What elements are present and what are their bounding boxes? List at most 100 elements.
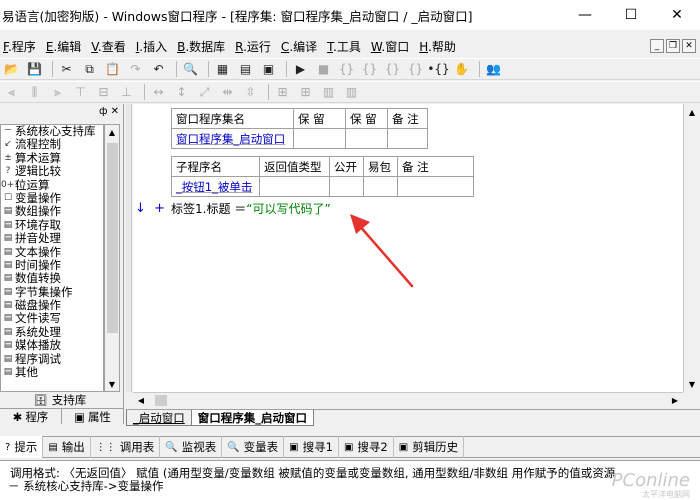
cut-icon[interactable]: ✂: [57, 60, 76, 78]
space-horizontal-icon[interactable]: ⇹: [218, 83, 237, 101]
tree-item[interactable]: ▤ 系统处理: [1, 325, 103, 339]
find-icon[interactable]: 🔍: [181, 60, 200, 78]
assembly-cell[interactable]: [387, 128, 428, 149]
assembly-table[interactable]: 窗口程序集名 保 留 保 留 备 注 窗口程序集_启动窗口: [171, 108, 428, 149]
space-vertical-icon[interactable]: ⇳: [241, 83, 260, 101]
expand-plus-icon[interactable]: +: [154, 201, 165, 216]
center-vertical-icon[interactable]: ⊞: [296, 83, 315, 101]
tab-watch[interactable]: 🔍 监视表: [160, 436, 223, 458]
breakpoint-icon[interactable]: •{}: [427, 60, 449, 78]
scroll-down-icon[interactable]: ▼: [684, 376, 700, 392]
panel-close-icon[interactable]: ✕: [111, 106, 119, 117]
menu-edit[interactable]: E.编辑: [43, 38, 84, 55]
tab-hint[interactable]: ? 提示: [0, 436, 44, 458]
align-top-icon[interactable]: ⊤: [71, 83, 90, 101]
minimize-button[interactable]: —: [562, 0, 608, 30]
copy-icon[interactable]: ⧉: [80, 60, 99, 78]
tab-search2[interactable]: ▣ 搜寻2: [339, 436, 394, 458]
subroutine-cell[interactable]: [363, 176, 398, 197]
tree-item[interactable]: ▤ 磁盘操作: [1, 298, 103, 312]
step-into-icon[interactable]: {}: [337, 60, 356, 78]
menu-help[interactable]: H.帮助: [416, 38, 459, 55]
align-left-icon[interactable]: ⫷: [2, 83, 21, 101]
scroll-down-icon[interactable]: ▼: [105, 377, 119, 391]
tab-program[interactable]: ✱ 程序: [0, 409, 62, 424]
layout-panel-icon[interactable]: ▣: [259, 60, 278, 78]
assembly-cell[interactable]: [345, 128, 388, 149]
send-back-icon[interactable]: ▥: [342, 83, 361, 101]
step-over-icon[interactable]: {}: [360, 60, 379, 78]
align-right-icon[interactable]: ⫸: [48, 83, 67, 101]
stop-icon[interactable]: ■: [314, 60, 333, 78]
align-bottom-icon[interactable]: ⊥: [117, 83, 136, 101]
center-horizontal-icon[interactable]: ⊞: [273, 83, 292, 101]
subroutine-table[interactable]: 子程序名 返回值类型 公开 易包 备 注 _按钮1_被单击: [171, 156, 474, 197]
tree-item[interactable]: ▤ 数组操作: [1, 204, 103, 218]
tab-startup-window[interactable]: _启动窗口: [126, 410, 192, 426]
scroll-up-icon[interactable]: ▲: [684, 104, 700, 120]
scroll-thumb[interactable]: [155, 394, 167, 406]
align-center-icon[interactable]: ⫼: [25, 83, 44, 101]
subroutine-cell[interactable]: [397, 176, 474, 197]
tree-item[interactable]: ▤ 字节集操作: [1, 285, 103, 299]
subroutine-cell[interactable]: [329, 176, 364, 197]
run-to-cursor-icon[interactable]: {}: [406, 60, 425, 78]
same-width-icon[interactable]: ↔: [149, 83, 168, 101]
tree-item-core-lib[interactable]: －系统核心支持库: [1, 125, 103, 138]
editor-horizontal-scrollbar[interactable]: ◀ ▶: [133, 392, 683, 407]
menu-run[interactable]: R.运行: [232, 38, 274, 55]
same-size-icon[interactable]: ⤢: [195, 83, 214, 101]
tree-item[interactable]: ▤ 拼音处理: [1, 231, 103, 245]
tree-item[interactable]: ▤ 文本操作: [1, 245, 103, 259]
layout-window-icon[interactable]: ▦: [213, 60, 232, 78]
maximize-button[interactable]: ☐: [608, 0, 654, 30]
subroutine-cell[interactable]: [259, 176, 330, 197]
menu-tools[interactable]: T.工具: [324, 38, 364, 55]
tree-item[interactable]: ▤ 环境存取: [1, 218, 103, 232]
tree-item[interactable]: ▤ 数值转换: [1, 271, 103, 285]
assembly-name-cell[interactable]: 窗口程序集_启动窗口: [171, 128, 294, 149]
align-middle-icon[interactable]: ⊟: [94, 83, 113, 101]
mdi-minimize-button[interactable]: _: [650, 39, 664, 53]
step-out-icon[interactable]: {}: [383, 60, 402, 78]
menu-database[interactable]: B.数据库: [174, 38, 228, 55]
menu-window[interactable]: W.窗口: [368, 38, 412, 55]
open-folder-icon[interactable]: 📂: [2, 60, 21, 78]
hand-icon[interactable]: ✋: [452, 60, 471, 78]
tab-variables[interactable]: 🔍 变量表: [222, 436, 285, 458]
close-button[interactable]: ✕: [654, 0, 700, 30]
redo-icon[interactable]: ↷: [126, 60, 145, 78]
tab-window-assembly[interactable]: 窗口程序集_启动窗口: [190, 410, 314, 426]
tree-scrollbar[interactable]: ▲ ▼: [104, 124, 120, 392]
tree-item[interactable]: ▤ 其他: [1, 365, 103, 379]
tree-item[interactable]: ± 算术运算: [1, 151, 103, 165]
pin-icon[interactable]: ф: [99, 106, 108, 117]
code-line[interactable]: ↓ + 标签1.标题 ＝ “可以写代码了”: [133, 200, 331, 216]
bring-front-icon[interactable]: ▥: [319, 83, 338, 101]
undo-icon[interactable]: ↶: [149, 60, 168, 78]
mdi-close-button[interactable]: ✕: [682, 39, 696, 53]
editor-vertical-scrollbar[interactable]: ▲ ▼: [683, 104, 700, 392]
tree-item[interactable]: ▤ 文件读写: [1, 312, 103, 326]
tree-item[interactable]: ▤ 程序调试: [1, 352, 103, 366]
subroutine-name-cell[interactable]: _按钮1_被单击: [171, 176, 260, 197]
menu-view[interactable]: V.查看: [88, 38, 129, 55]
library-tree[interactable]: －系统核心支持库 ↙ 流程控制 ± 算术运算 ? 逻辑比较 0+1 位运算 ☐ 变量操作 …: [0, 124, 104, 392]
tree-item[interactable]: ☐ 变量操作: [1, 191, 103, 205]
menu-compile[interactable]: C.编译: [278, 38, 320, 55]
scroll-thumb[interactable]: [107, 143, 118, 333]
scroll-right-icon[interactable]: ▶: [667, 396, 683, 405]
same-height-icon[interactable]: ↕: [172, 83, 191, 101]
scroll-up-icon[interactable]: ▲: [105, 125, 119, 139]
collapse-icon[interactable]: －: [1, 125, 15, 138]
tab-call-stack[interactable]: ⋮⋮ 调用表: [91, 436, 161, 458]
menu-insert[interactable]: I.插入: [133, 38, 170, 55]
tree-item[interactable]: ▤ 时间操作: [1, 258, 103, 272]
tab-clip-history[interactable]: ▣ 剪辑历史: [394, 436, 465, 458]
tree-item[interactable]: ▤ 媒体播放: [1, 338, 103, 352]
save-icon[interactable]: 💾: [25, 60, 44, 78]
tab-property[interactable]: ▣ 属性: [62, 409, 124, 424]
library-bar[interactable]: 🗄 支持库: [0, 392, 120, 408]
assembly-cell[interactable]: [293, 128, 346, 149]
tree-item[interactable]: 0+1 位运算: [1, 178, 103, 192]
